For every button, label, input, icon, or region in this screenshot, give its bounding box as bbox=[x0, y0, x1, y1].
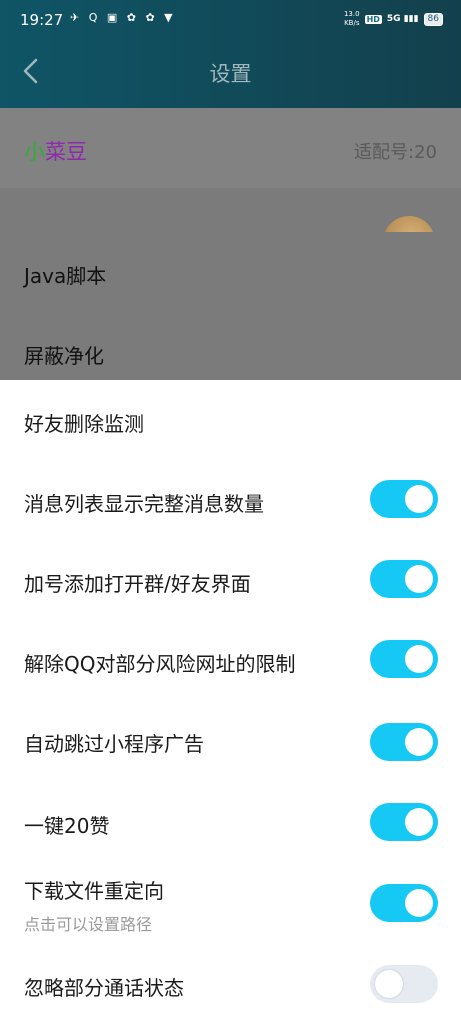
list-item-label: 加号添加打开群/好友界面 bbox=[24, 572, 251, 596]
list-item-label: 好友删除监测 bbox=[24, 412, 144, 436]
toggle-knob bbox=[405, 808, 433, 836]
list-item-label: 下载文件重定向 bbox=[24, 879, 164, 903]
toggle-switch[interactable] bbox=[370, 884, 438, 922]
list-item-show-full-message-count[interactable]: 消息列表显示完整消息数量 bbox=[0, 460, 461, 540]
notification-icons: ✈ Q ▣ ✿ ✿ ▼ bbox=[70, 11, 176, 24]
list-item-one-key-20-likes[interactable]: 一键20赞 bbox=[0, 780, 461, 860]
page-title: 设置 bbox=[209, 62, 252, 86]
list-item-label: 忽略部分通话状态 bbox=[24, 976, 184, 1000]
status-bar: 19:27 ✈ Q ▣ ✿ ✿ ▼ 13.0 KB/s HD 5G ▮▮▮ 86 bbox=[0, 0, 461, 40]
toggle-knob bbox=[375, 970, 403, 998]
toggle-knob bbox=[405, 565, 433, 593]
toggle-switch[interactable] bbox=[370, 640, 438, 678]
menu-item-java-script[interactable]: Java脚本 bbox=[24, 260, 106, 289]
list-item-plus-add-open[interactable]: 加号添加打开群/好友界面 bbox=[0, 540, 461, 620]
user-name: 小菜豆 bbox=[24, 136, 87, 166]
user-name-part1: 小 bbox=[24, 140, 45, 164]
list-item-risk-url-unlock[interactable]: 解除QQ对部分风险网址的限制 bbox=[0, 620, 461, 700]
toggle-knob bbox=[405, 485, 433, 513]
toggle-knob bbox=[405, 645, 433, 673]
version-label: 适配号:20 bbox=[354, 142, 437, 163]
toggle-switch[interactable] bbox=[370, 560, 438, 598]
list-item-label: 自动跳过小程序广告 bbox=[24, 732, 204, 756]
status-time: 19:27 bbox=[20, 11, 64, 29]
net-speed-unit: KB/s bbox=[344, 19, 360, 27]
toggle-knob bbox=[405, 728, 433, 756]
list-item-label: 消息列表显示完整消息数量 bbox=[24, 492, 264, 516]
list-item-skip-miniapp-ads[interactable]: 自动跳过小程序广告 bbox=[0, 700, 461, 780]
status-right: 13.0 KB/s HD 5G ▮▮▮ 86 bbox=[344, 10, 443, 28]
user-name-part2: 菜豆 bbox=[45, 140, 87, 164]
bottom-sheet: 好友删除监测 消息列表显示完整消息数量 加号添加打开群/好友界面 解除QQ对部分… bbox=[0, 380, 461, 1024]
toggle-switch[interactable] bbox=[370, 480, 438, 518]
battery-icon: 86 bbox=[423, 12, 443, 26]
toggle-switch[interactable] bbox=[370, 965, 438, 1003]
toggle-knob bbox=[405, 889, 433, 917]
list-item-label: 一键20赞 bbox=[24, 814, 110, 838]
user-row[interactable]: 小菜豆 适配号:20 bbox=[0, 108, 461, 188]
net-speed-value: 13.0 bbox=[343, 10, 360, 18]
list-item-label: 解除QQ对部分风险网址的限制 bbox=[24, 652, 296, 676]
signal-icon: 5G ▮▮▮ bbox=[386, 14, 419, 24]
menu-item-block-clean[interactable]: 屏蔽净化 bbox=[24, 340, 104, 369]
list-item-sublabel: 点击可以设置路径 bbox=[24, 915, 153, 934]
toggle-switch[interactable] bbox=[370, 723, 438, 761]
list-item-ignore-call-status[interactable]: 忽略部分通话状态 bbox=[0, 950, 461, 1024]
toggle-switch[interactable] bbox=[370, 803, 438, 841]
list-item-friend-delete-monitor[interactable]: 好友删除监测 bbox=[0, 380, 461, 460]
list-item-download-redirect[interactable]: 下载文件重定向 点击可以设置路径 bbox=[0, 860, 461, 950]
hd-icon: HD bbox=[364, 14, 382, 24]
net-speed: 13.0 KB/s bbox=[344, 10, 360, 28]
